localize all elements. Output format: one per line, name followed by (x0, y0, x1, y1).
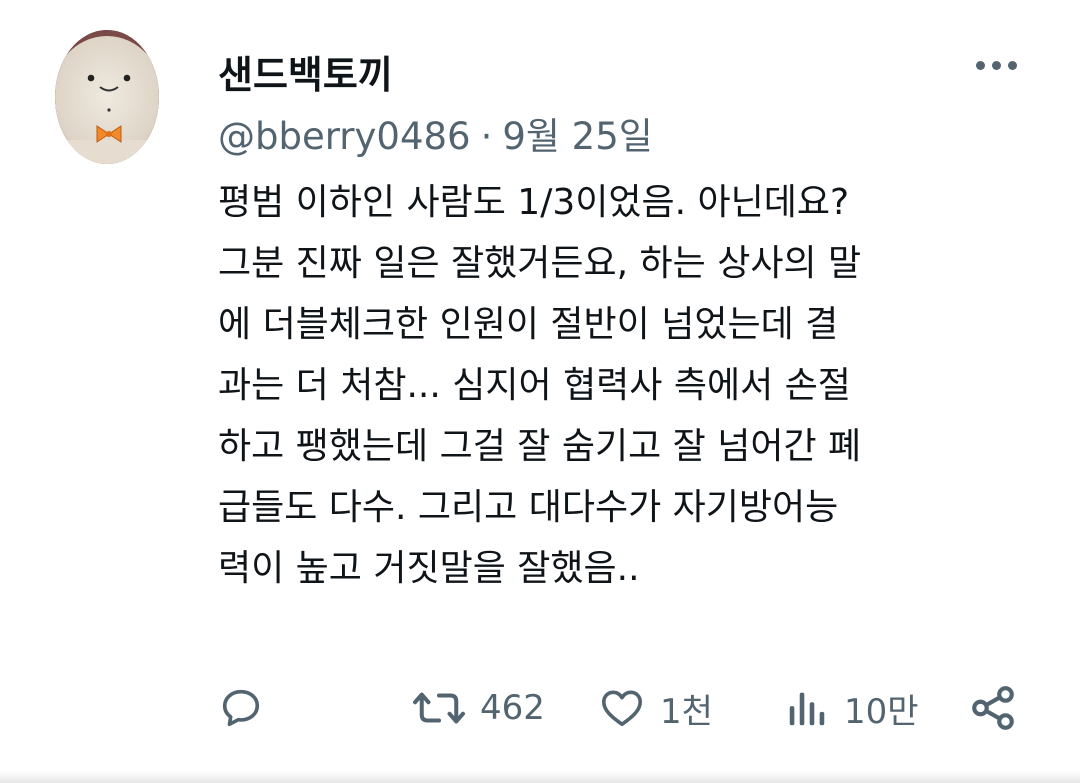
avatar[interactable] (55, 30, 159, 164)
retweet-icon (413, 692, 465, 724)
author-handle[interactable]: @bberry0486 (218, 115, 471, 158)
views-count: 10만 (844, 691, 919, 732)
views-icon (789, 692, 825, 726)
reply-icon (222, 689, 260, 727)
tweet-text-line: 력이 높고 거짓말을 잘했음.. (218, 548, 640, 589)
like-count: 1천 (660, 691, 713, 732)
tweet-text-line: 평범 이하인 사람도 1/3이었음. 아닌데요? (218, 182, 850, 223)
tweet-text-line: 과는 더 처참... 심지어 협력사 측에서 손절 (218, 365, 851, 406)
tweet-text-line: 그분 진짜 일은 잘했거든요, 하는 상사의 말 (218, 243, 862, 284)
share-button[interactable] (968, 676, 1018, 740)
action-bar: 462 1천 10만 (0, 676, 1080, 740)
heart-icon (601, 690, 643, 727)
bunny-with-bowtie-avatar-icon (55, 30, 159, 164)
retweet-button[interactable]: 462 (412, 676, 545, 740)
tweet-text-line: 에 더블체크한 인원이 절반이 넘었는데 결 (218, 304, 839, 345)
meta-separator: · (480, 115, 493, 158)
more-button[interactable] (966, 48, 1026, 82)
more-icon (975, 60, 1017, 70)
views-button[interactable]: 10만 (784, 676, 919, 740)
tweet-text-line: 하고 팽했는데 그걸 잘 숨기고 잘 넘어간 폐 (218, 426, 862, 467)
tweet-meta: @bberry0486 · 9월 25일 (218, 106, 653, 160)
reply-button[interactable] (218, 676, 278, 740)
tweet-date[interactable]: 9월 25일 (502, 115, 652, 158)
bottom-divider (0, 771, 1080, 783)
retweet-count: 462 (480, 688, 545, 728)
tweet: 샌드백토끼 @bberry0486 · 9월 25일 평범 이하인 사람도 1/3이… (0, 0, 1080, 783)
share-icon (972, 686, 1014, 730)
tweet-text-line: 급들도 다수. 그리고 대다수가 자기방어능 (218, 487, 839, 528)
like-button[interactable]: 1천 (598, 676, 713, 740)
author-display-name[interactable]: 샌드백토끼 (218, 44, 393, 99)
tweet-text: 평범 이하인 사람도 1/3이었음. 아닌데요? 그분 진짜 일은 잘했거든요,… (218, 172, 1018, 599)
